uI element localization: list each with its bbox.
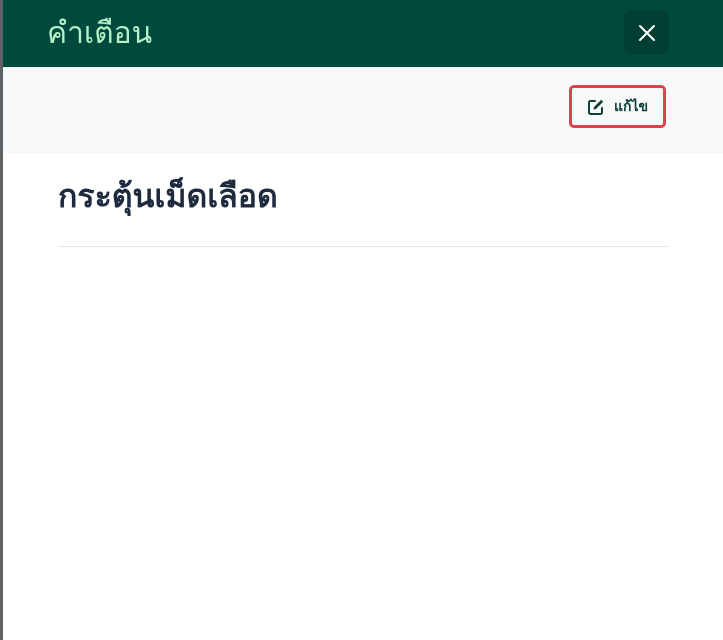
warning-dialog: คำเตือน แก้ไข กระตุ้นเม็ดเลือด (3, 0, 723, 640)
dialog-title: คำเตือน (47, 16, 153, 51)
close-button[interactable] (624, 10, 669, 55)
edit-button-label: แก้ไข (613, 98, 649, 115)
dialog-toolbar: แก้ไข (3, 67, 723, 153)
edit-icon (587, 99, 604, 115)
content-title: กระตุ้นเม็ดเลือด (58, 177, 278, 215)
divider (58, 246, 669, 247)
close-icon (638, 24, 655, 41)
edit-button[interactable]: แก้ไข (569, 85, 666, 128)
dialog-header: คำเตือน (3, 0, 723, 67)
